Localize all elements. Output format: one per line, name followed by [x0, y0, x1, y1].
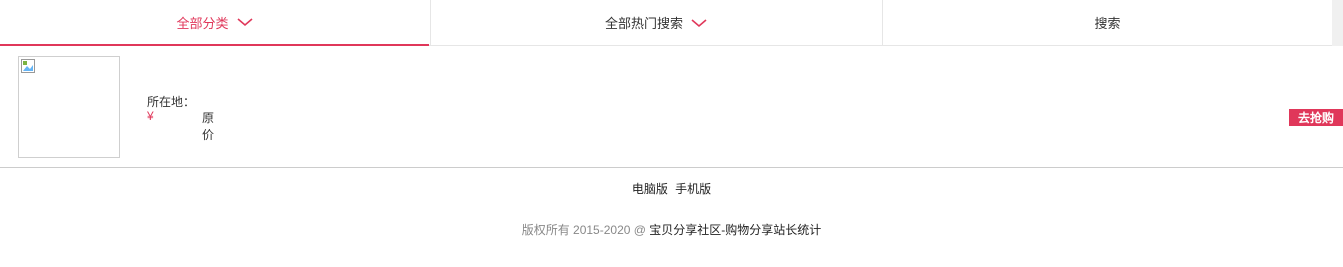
list-item: 所在地： ¥ 原价 去抢购: [0, 46, 1343, 168]
original-price-label: 原价: [202, 111, 215, 142]
price-row: ¥ 原价: [147, 109, 214, 142]
desktop-version-link[interactable]: 电脑版: [632, 182, 668, 196]
broken-image-icon: [21, 59, 35, 73]
tab-hot-searches[interactable]: 全部热门搜索: [430, 0, 881, 45]
currency-symbol: ¥: [147, 109, 154, 123]
mobile-version-link[interactable]: 手机版: [675, 182, 711, 196]
product-image[interactable]: [18, 56, 120, 158]
chevron-down-icon: [691, 18, 707, 28]
site-brand-link[interactable]: 宝贝分享社区-购物分享站长统计: [649, 223, 821, 237]
tab-all-categories[interactable]: 全部分类: [0, 0, 429, 46]
tab-label: 搜索: [1094, 16, 1121, 31]
copyright: 版权所有 2015-2020 @ 宝贝分享社区-购物分享站长统计: [0, 221, 1343, 238]
buy-button[interactable]: 去抢购: [1289, 109, 1343, 126]
location-label: 所在地：: [147, 95, 196, 109]
footer-links: 电脑版 手机版: [0, 180, 1343, 197]
tab-search[interactable]: 搜索: [882, 0, 1332, 45]
chevron-down-icon: [236, 17, 253, 27]
copyright-text: 版权所有 2015-2020 @: [521, 223, 650, 237]
scrollbar[interactable]: [1332, 0, 1343, 46]
top-navigation: 全部分类 全部热门搜索 搜索: [0, 0, 1343, 46]
tab-label: 全部分类: [176, 15, 229, 31]
tab-label: 全部热门搜索: [604, 16, 683, 31]
